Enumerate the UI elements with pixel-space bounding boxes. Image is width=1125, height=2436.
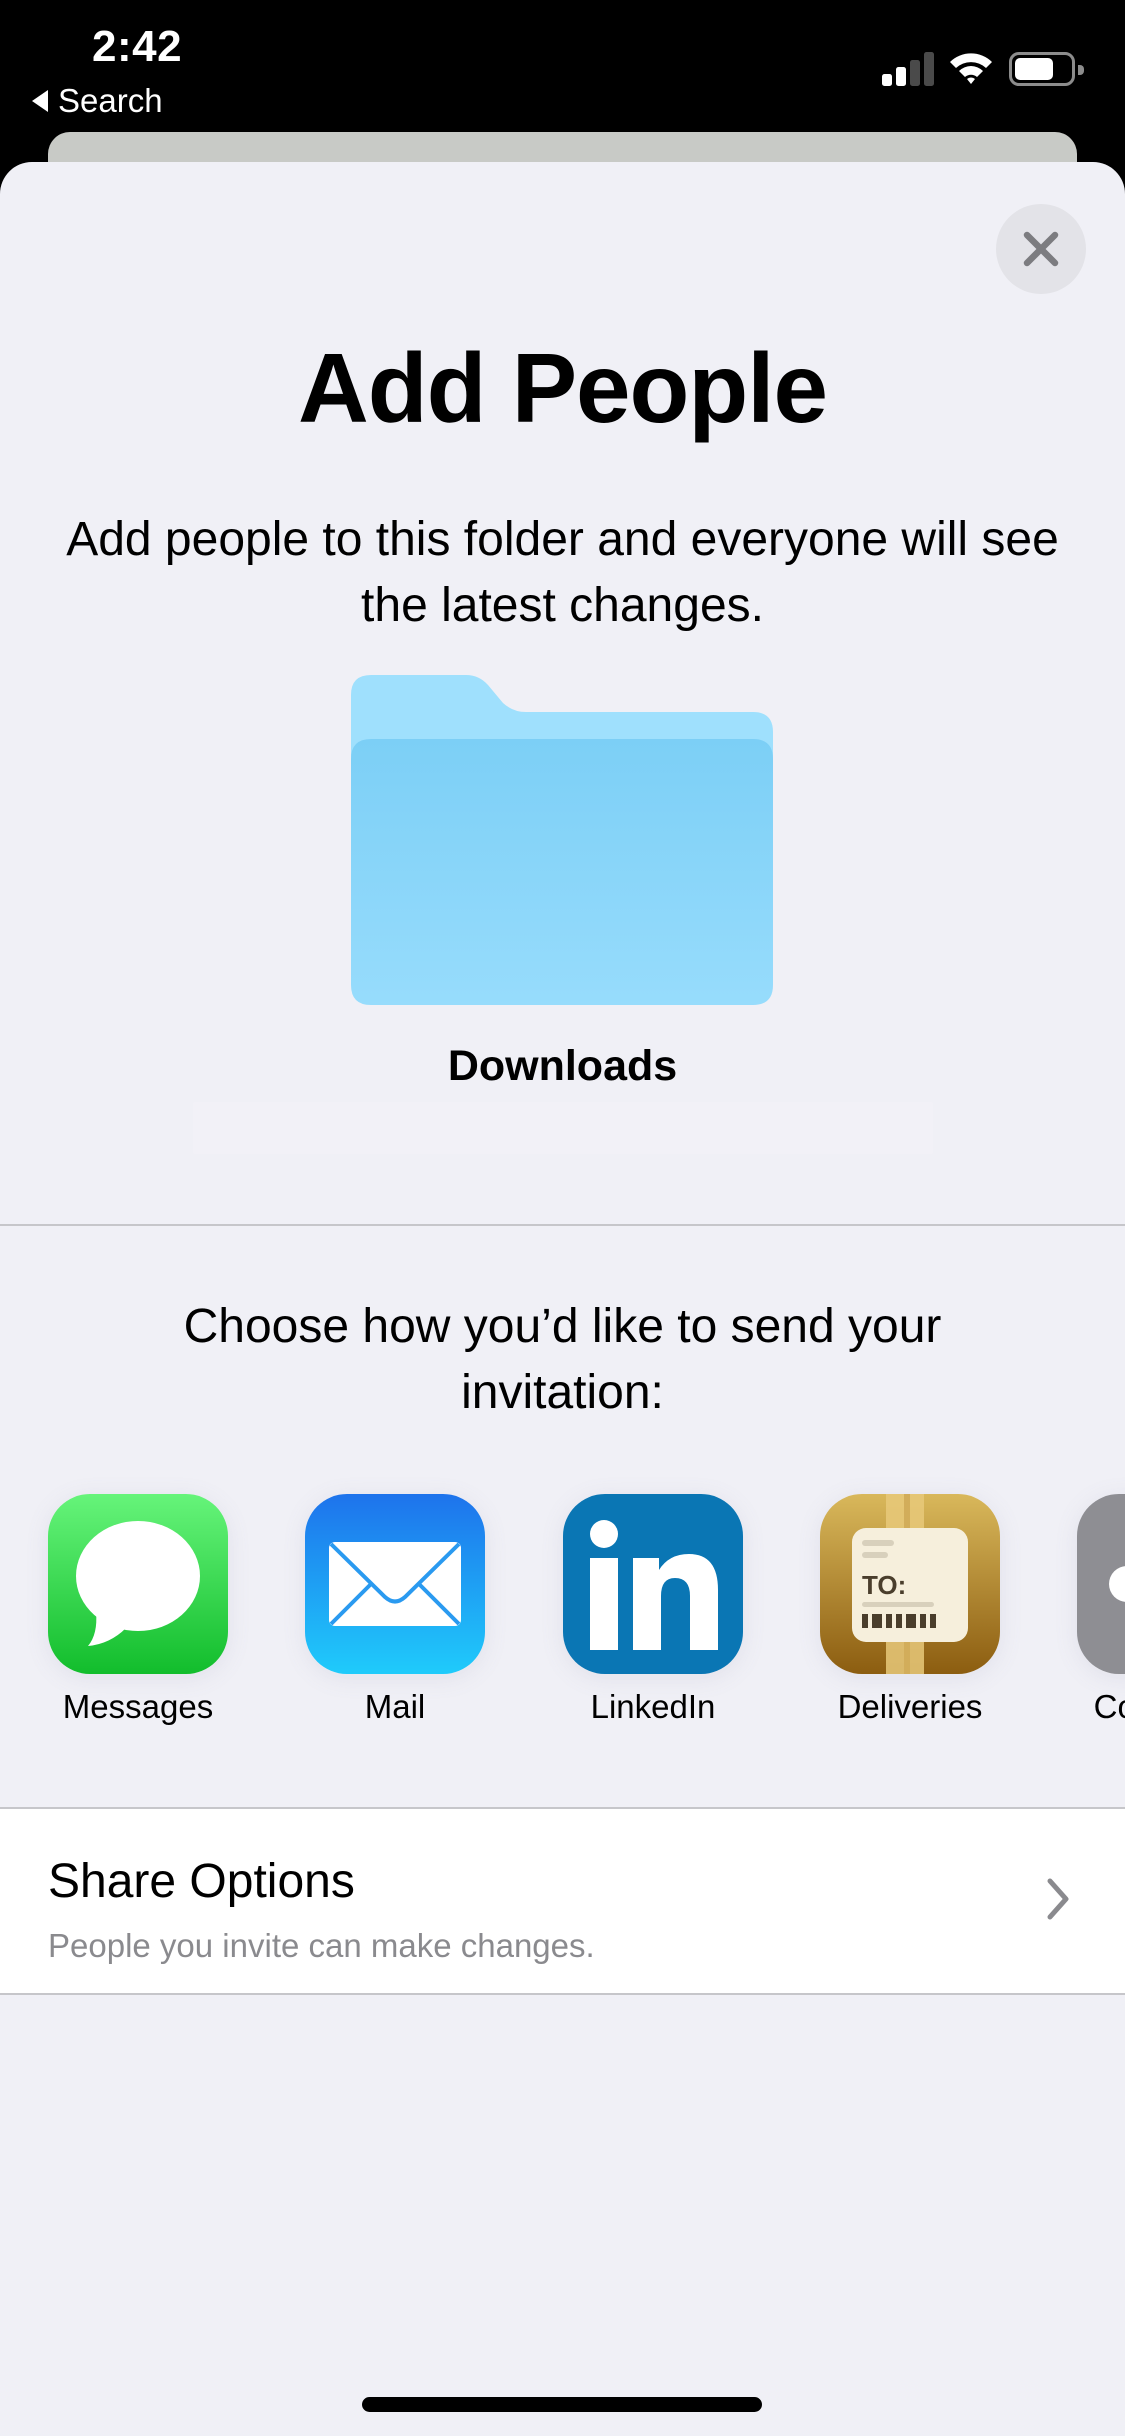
messages-icon xyxy=(48,1494,228,1674)
copy-link-icon xyxy=(1077,1494,1125,1674)
app-linkedin[interactable]: LinkedIn xyxy=(553,1494,753,1726)
app-label: Messages xyxy=(62,1688,214,1725)
app-label: Deliveries xyxy=(837,1688,983,1725)
empty-placeholder xyxy=(193,1102,933,1154)
signal-bar xyxy=(910,60,920,86)
wifi-icon xyxy=(950,53,992,84)
cellular-signal-icon xyxy=(882,52,936,86)
app-copy-link[interactable]: Copy Link xyxy=(1067,1494,1125,1726)
app-label: Mail xyxy=(364,1688,426,1725)
deliveries-icon: TO: xyxy=(820,1494,1000,1674)
app-label: Copy Link xyxy=(1093,1688,1125,1725)
battery-nub xyxy=(1078,65,1084,75)
back-to-search-link[interactable]: Search xyxy=(32,82,163,120)
close-icon xyxy=(1023,231,1059,267)
share-options-title: Share Options xyxy=(48,1855,355,1908)
folder-icon xyxy=(351,675,773,1005)
linkedin-icon xyxy=(563,1494,743,1674)
page-title: Add People xyxy=(297,333,828,443)
back-link-label: Search xyxy=(58,82,163,119)
close-button[interactable] xyxy=(996,204,1086,294)
svg-text:TO:: TO: xyxy=(862,1570,906,1600)
share-options-subtitle: People you invite can make changes. xyxy=(48,1927,595,1964)
app-mail[interactable]: Mail xyxy=(295,1494,495,1726)
signal-bar xyxy=(882,74,892,86)
mail-icon xyxy=(305,1494,485,1674)
back-triangle-icon xyxy=(32,90,48,112)
app-label: LinkedIn xyxy=(590,1688,716,1725)
battery-fill xyxy=(1015,58,1053,80)
invitation-prompt: Choose how you’d like to send your invit… xyxy=(183,1300,942,1419)
app-messages[interactable]: Messages xyxy=(38,1494,238,1726)
folder-name: Downloads xyxy=(447,1042,678,1090)
status-bar: 2:42 Search xyxy=(0,0,1125,132)
signal-bar xyxy=(896,67,906,86)
status-time: 2:42 xyxy=(92,22,183,71)
home-indicator[interactable] xyxy=(362,2397,762,2412)
chevron-right-icon xyxy=(1047,1878,1069,1920)
page-subtitle: Add people to this folder and everyone w… xyxy=(66,513,1059,632)
signal-bar xyxy=(924,52,934,86)
battery-icon xyxy=(1009,52,1084,86)
section-divider xyxy=(0,1224,1125,1226)
share-apps-row[interactable]: Messages Mail LinkedIn TO: Deliveries C xyxy=(0,1494,1125,1734)
share-options-row[interactable]: Share Options People you invite can make… xyxy=(0,1807,1125,1995)
add-people-sheet: Add People Add people to this folder and… xyxy=(0,162,1125,2436)
app-deliveries[interactable]: TO: Deliveries xyxy=(810,1494,1010,1726)
